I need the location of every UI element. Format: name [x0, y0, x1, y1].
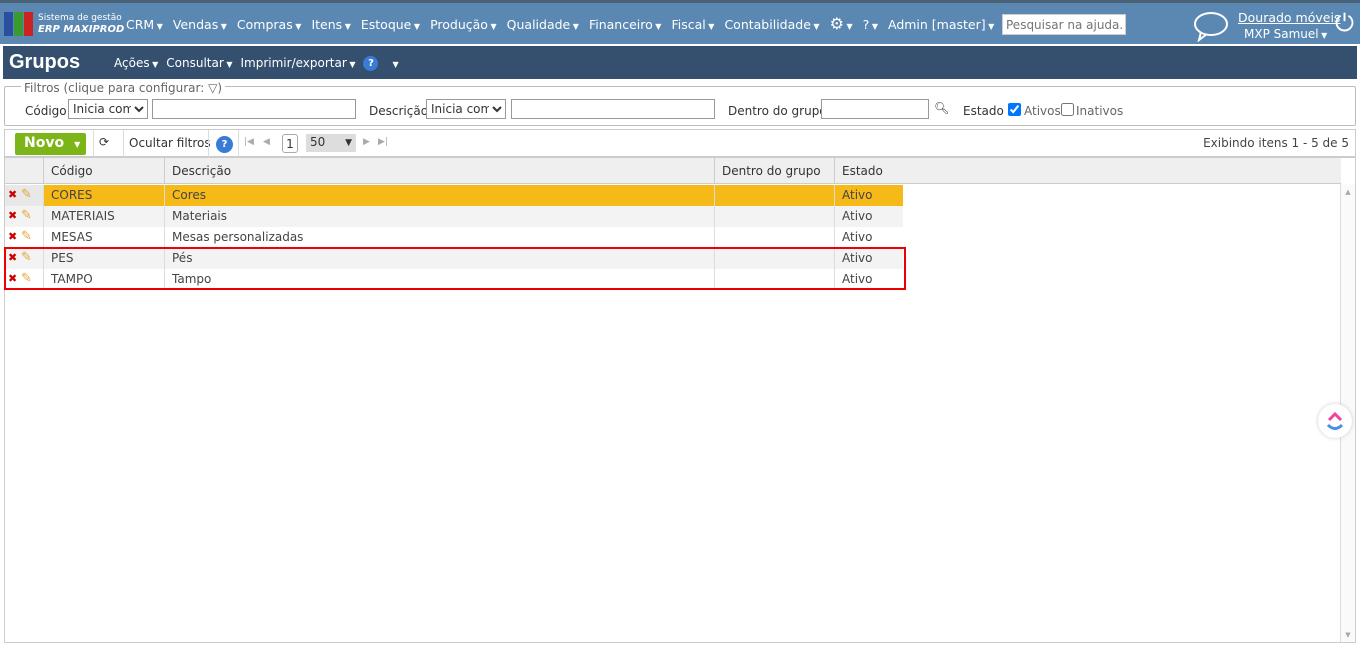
- menu-contabilidade[interactable]: Contabilidade: [724, 17, 819, 33]
- ativos-label: Ativos: [1024, 104, 1061, 118]
- refresh-icon[interactable]: ⟳: [99, 135, 109, 149]
- column-descricao[interactable]: Descrição: [164, 158, 714, 184]
- ocultar-filtros-button[interactable]: Ocultar filtros: [129, 136, 211, 150]
- help-circle-icon[interactable]: ?: [863, 17, 878, 33]
- cell-dentro-grupo: [714, 227, 834, 248]
- filters-panel: Filtros (clique para configurar: ▽) Códi…: [4, 81, 1356, 126]
- menu-consultar[interactable]: Consultar: [166, 56, 232, 71]
- page-title-bar: Grupos Ações Consultar Imprimir/exportar…: [3, 46, 1357, 79]
- help-dropdown[interactable]: [392, 56, 398, 71]
- column-dentro-grupo[interactable]: Dentro do grupo: [714, 158, 834, 184]
- menu-compras[interactable]: Compras: [237, 17, 302, 33]
- table-row[interactable]: ✖ ✎ MESAS Mesas personalizadas Ativo: [5, 227, 903, 248]
- dentro-grupo-label: Dentro do grupo: [728, 104, 827, 118]
- help-icon[interactable]: ?: [216, 136, 233, 153]
- cell-codigo: MATERIAIS: [43, 206, 164, 227]
- gear-icon[interactable]: ⚙: [830, 14, 853, 33]
- groups-grid: Código Descrição Dentro do grupo Estado …: [4, 157, 1356, 643]
- prev-page-icon[interactable]: ◀: [263, 137, 270, 147]
- codigo-input[interactable]: [152, 99, 356, 119]
- menu-qualidade[interactable]: Qualidade: [507, 17, 579, 33]
- items-status: Exibindo itens 1 - 5 de 5: [1203, 136, 1349, 150]
- table-row[interactable]: ✖ ✎ MATERIAIS Materiais Ativo: [5, 206, 903, 227]
- menu-producao[interactable]: Produção: [430, 17, 497, 33]
- help-icon[interactable]: ?: [363, 56, 379, 71]
- menu-estoque[interactable]: Estoque: [361, 17, 420, 33]
- maxiprod-logo[interactable]: [4, 12, 33, 36]
- first-page-icon[interactable]: |◀: [244, 137, 254, 147]
- column-estado[interactable]: Estado: [834, 158, 1342, 184]
- grid-header: Código Descrição Dentro do grupo Estado: [5, 158, 1341, 184]
- next-page-icon[interactable]: ▶: [363, 137, 370, 147]
- user-menu[interactable]: MXP Samuel: [1244, 27, 1327, 41]
- delete-icon[interactable]: ✖: [8, 230, 17, 243]
- cell-estado: Ativo: [834, 185, 903, 206]
- edit-pencil-icon[interactable]: ✎: [21, 208, 32, 223]
- company-link[interactable]: Dourado móveis: [1238, 10, 1340, 25]
- inativos-label: Inativos: [1076, 104, 1124, 118]
- help-search-input[interactable]: [1002, 14, 1126, 35]
- estado-label: Estado: [963, 104, 1004, 118]
- delete-icon[interactable]: ✖: [8, 209, 17, 222]
- cell-descricao: Materiais: [164, 206, 714, 227]
- inativos-checkbox[interactable]: [1061, 103, 1074, 116]
- main-menu: CRM Vendas Compras Itens Estoque Produçã…: [126, 14, 1004, 33]
- menu-itens[interactable]: Itens: [311, 17, 350, 33]
- filters-legend[interactable]: Filtros (clique para configurar: ▽): [21, 81, 226, 95]
- table-row[interactable]: ✖ ✎ CORES Cores Ativo: [5, 185, 903, 206]
- delete-icon[interactable]: ✖: [8, 188, 17, 201]
- page-number[interactable]: 1: [282, 134, 298, 153]
- menu-admin[interactable]: Admin [master]: [888, 17, 994, 33]
- cell-estado: Ativo: [834, 227, 903, 248]
- cell-descricao: Mesas personalizadas: [164, 227, 714, 248]
- menu-acoes[interactable]: Ações: [114, 56, 158, 71]
- ativos-checkbox[interactable]: [1008, 103, 1021, 116]
- cell-dentro-grupo: [714, 206, 834, 227]
- search-icon[interactable]: 🔍︎: [934, 101, 949, 115]
- descricao-label: Descrição: [369, 104, 429, 118]
- column-codigo[interactable]: Código: [43, 158, 164, 184]
- clickup-widget-icon[interactable]: [1318, 404, 1352, 438]
- grid-toolbar: Novo ▼ ⟳ Ocultar filtros ? |◀ ◀ 1 50 ▼ ▶ ▶…: [4, 129, 1356, 157]
- last-page-icon[interactable]: ▶|: [378, 137, 388, 147]
- top-navigation-bar: Sistema de gestãoERP MAXIPROD CRM Vendas…: [0, 0, 1360, 44]
- cell-estado: Ativo: [834, 206, 903, 227]
- menu-imprimir-exportar[interactable]: Imprimir/exportar: [241, 56, 356, 71]
- dentro-grupo-input[interactable]: [821, 99, 929, 119]
- logo-text: Sistema de gestão ERP MAXIPROD: [38, 13, 125, 35]
- descricao-input[interactable]: [511, 99, 715, 119]
- chat-icon[interactable]: [1193, 10, 1229, 42]
- menu-financeiro[interactable]: Financeiro: [589, 17, 662, 33]
- codigo-operator-select[interactable]: Inicia com: [68, 99, 148, 119]
- page-title: Grupos: [9, 51, 81, 73]
- codigo-label: Código: [25, 104, 67, 118]
- cell-codigo: MESAS: [43, 227, 164, 248]
- menu-fiscal[interactable]: Fiscal: [671, 17, 714, 33]
- highlight-box: [4, 247, 906, 290]
- cell-descricao: Cores: [164, 185, 714, 206]
- power-icon[interactable]: ⏻: [1335, 9, 1354, 37]
- edit-pencil-icon[interactable]: ✎: [21, 187, 32, 202]
- filter-icon[interactable]: ▽: [208, 81, 217, 95]
- descricao-operator-select[interactable]: Inicia com: [426, 99, 506, 119]
- menu-crm[interactable]: CRM: [126, 17, 163, 33]
- novo-button[interactable]: Novo ▼: [15, 133, 86, 155]
- cell-dentro-grupo: [714, 185, 834, 206]
- cell-codigo: CORES: [43, 185, 164, 206]
- menu-vendas[interactable]: Vendas: [173, 17, 227, 33]
- edit-pencil-icon[interactable]: ✎: [21, 229, 32, 244]
- page-size-select[interactable]: 50 ▼: [306, 134, 356, 152]
